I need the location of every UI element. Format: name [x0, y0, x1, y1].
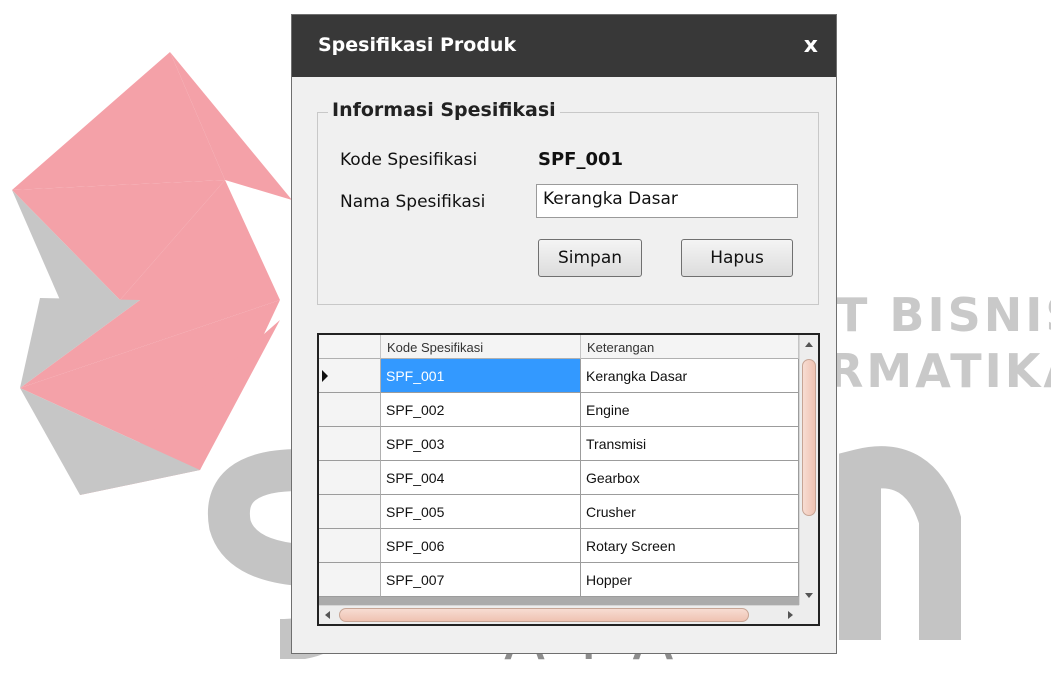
row-header[interactable]: [319, 495, 381, 529]
watermark-text-1: T BISNIS: [836, 288, 1051, 342]
cell-keterangan[interactable]: Hopper: [581, 563, 799, 597]
watermark-text-2: RMATIKA: [828, 344, 1051, 398]
nama-spesifikasi-label: Nama Spesifikasi: [340, 192, 486, 212]
cell-kode[interactable]: SPF_005: [381, 495, 581, 529]
table-row[interactable]: SPF_004 Gearbox: [319, 461, 799, 495]
table-row[interactable]: SPF_001 Kerangka Dasar: [319, 359, 799, 393]
cell-keterangan[interactable]: Engine: [581, 393, 799, 427]
horizontal-scrollbar[interactable]: [319, 605, 799, 624]
hapus-button[interactable]: Hapus: [681, 239, 793, 277]
nama-spesifikasi-input[interactable]: Kerangka Dasar: [536, 184, 798, 218]
kode-spesifikasi-label: Kode Spesifikasi: [340, 150, 478, 170]
spesifikasi-data-grid[interactable]: Kode Spesifikasi Keterangan SPF_001 Kera…: [317, 333, 820, 626]
cell-kode[interactable]: SPF_006: [381, 529, 581, 563]
row-header-corner: [319, 335, 381, 359]
vertical-scroll-thumb[interactable]: [802, 359, 816, 516]
cell-keterangan[interactable]: Rotary Screen: [581, 529, 799, 563]
cell-kode[interactable]: SPF_003: [381, 427, 581, 461]
cell-kode[interactable]: SPF_002: [381, 393, 581, 427]
table-row[interactable]: SPF_007 Hopper: [319, 563, 799, 597]
table-row[interactable]: SPF_003 Transmisi: [319, 427, 799, 461]
table-row[interactable]: SPF_002 Engine: [319, 393, 799, 427]
column-header-keterangan[interactable]: Keterangan: [581, 335, 799, 359]
spesifikasi-produk-dialog: Spesifikasi Produk x Informasi Spesifika…: [291, 14, 837, 654]
scroll-right-icon[interactable]: [788, 611, 793, 619]
window-title: Spesifikasi Produk: [318, 34, 517, 56]
vertical-scrollbar[interactable]: [799, 335, 818, 605]
close-icon[interactable]: x: [804, 33, 818, 58]
table-row[interactable]: SPF_006 Rotary Screen: [319, 529, 799, 563]
row-header[interactable]: [319, 393, 381, 427]
row-header[interactable]: [319, 427, 381, 461]
cell-kode[interactable]: SPF_004: [381, 461, 581, 495]
scrollbar-corner: [799, 605, 818, 624]
column-header-kode[interactable]: Kode Spesifikasi: [381, 335, 581, 359]
row-header[interactable]: [319, 359, 381, 393]
cell-keterangan[interactable]: Transmisi: [581, 427, 799, 461]
cell-keterangan[interactable]: Kerangka Dasar: [581, 359, 799, 393]
row-header[interactable]: [319, 563, 381, 597]
scroll-left-icon[interactable]: [325, 611, 330, 619]
kode-spesifikasi-value: SPF_001: [538, 149, 624, 170]
horizontal-scroll-thumb[interactable]: [339, 608, 749, 622]
cell-kode[interactable]: SPF_007: [381, 563, 581, 597]
current-row-arrow-icon: [322, 370, 328, 382]
row-header[interactable]: [319, 529, 381, 563]
title-bar: Spesifikasi Produk x: [292, 15, 836, 77]
scroll-down-icon[interactable]: [805, 593, 813, 598]
cell-keterangan[interactable]: Crusher: [581, 495, 799, 529]
table-row[interactable]: SPF_005 Crusher: [319, 495, 799, 529]
group-title: Informasi Spesifikasi: [328, 99, 560, 121]
cell-kode[interactable]: SPF_001: [381, 359, 581, 393]
simpan-button[interactable]: Simpan: [538, 239, 642, 277]
scroll-up-icon[interactable]: [805, 342, 813, 347]
row-header[interactable]: [319, 461, 381, 495]
cell-keterangan[interactable]: Gearbox: [581, 461, 799, 495]
